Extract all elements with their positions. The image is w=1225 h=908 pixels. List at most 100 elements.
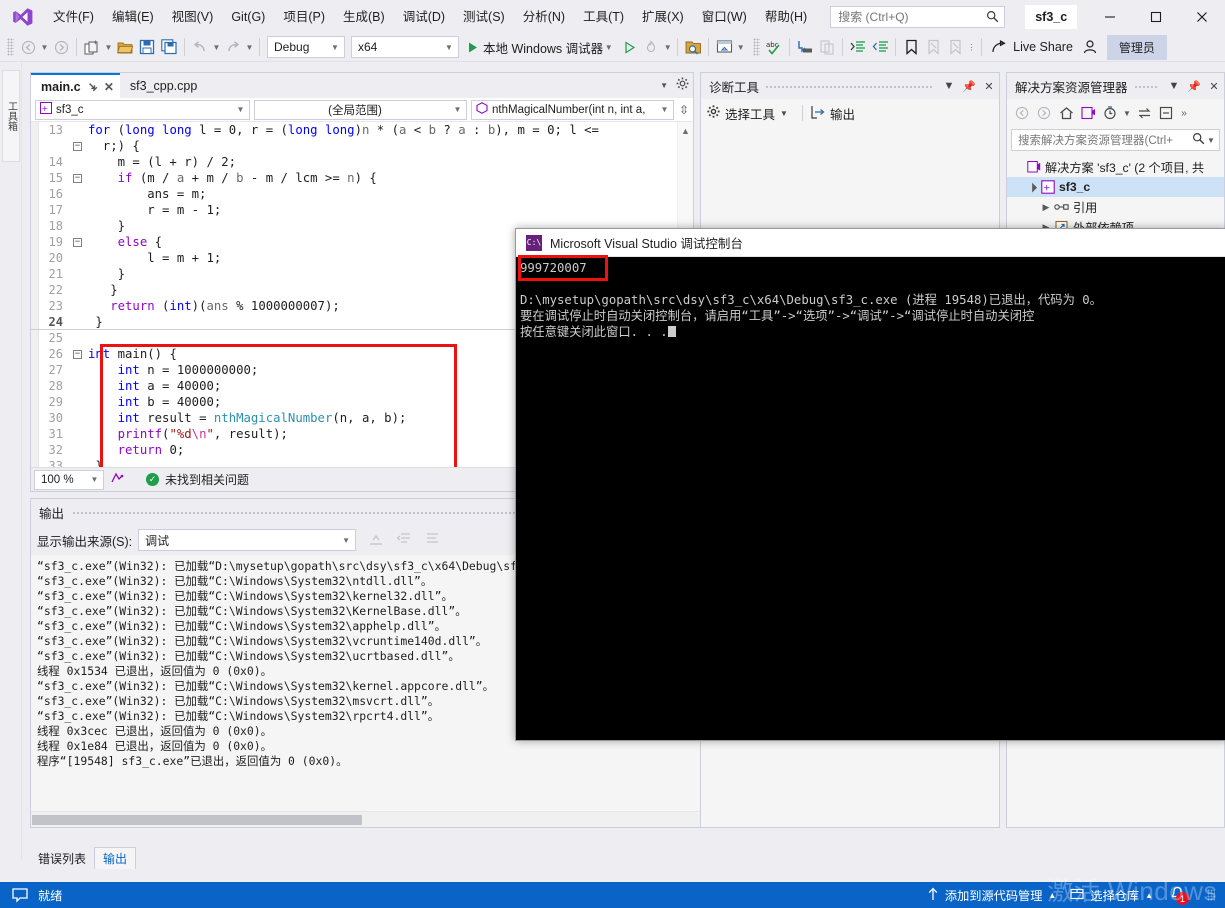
menu-item-git[interactable]: Git(G) xyxy=(222,4,274,30)
fold-collapse-icon[interactable]: − xyxy=(71,170,84,186)
account-icon[interactable] xyxy=(1079,36,1101,58)
fold-collapse-icon[interactable]: − xyxy=(71,346,84,362)
diagnostic-pane-drag-handle[interactable] xyxy=(765,77,933,95)
pane-dropdown-icon[interactable]: ▼ xyxy=(1164,75,1184,97)
console-title-bar[interactable]: C:\ Microsoft Visual Studio 调试控制台 xyxy=(516,229,1225,257)
new-project-icon[interactable] xyxy=(81,36,103,58)
close-pane-icon[interactable]: ✕ xyxy=(1204,75,1224,97)
search-in-files-icon[interactable] xyxy=(682,36,704,58)
live-share-button[interactable]: Live Share xyxy=(986,36,1079,58)
redo-dropdown-icon[interactable]: ▼ xyxy=(244,36,255,58)
open-file-icon[interactable] xyxy=(114,36,136,58)
scrollbar-up-arrow-icon[interactable]: ▲ xyxy=(681,126,690,136)
spell-check-icon[interactable]: abc xyxy=(763,36,785,58)
split-editor-icon[interactable]: ⇳ xyxy=(679,103,689,117)
pane-dropdown-icon[interactable]: ▼ xyxy=(939,75,959,97)
menu-item-analyze[interactable]: 分析(N) xyxy=(514,4,574,30)
menu-item-extensions[interactable]: 扩展(X) xyxy=(633,4,693,30)
nav-project-combo[interactable]: + sf3_c ▼ xyxy=(35,99,250,120)
tree-item-1[interactable]: ◢ + sf3_c xyxy=(1007,177,1224,197)
go-to-message-icon[interactable] xyxy=(424,531,440,550)
start-without-debugging-icon[interactable] xyxy=(618,36,640,58)
menu-item-edit[interactable]: 编辑(E) xyxy=(103,4,163,30)
menu-item-view[interactable]: 视图(V) xyxy=(163,4,223,30)
undo-dropdown-icon[interactable]: ▼ xyxy=(211,36,222,58)
tab-list-dropdown-icon[interactable]: ▼ xyxy=(660,81,668,90)
toggle-bookmark-icon[interactable] xyxy=(900,36,922,58)
solution-pane-drag-handle[interactable] xyxy=(1133,77,1158,95)
pending-changes-icon[interactable] xyxy=(1099,102,1121,124)
fold-collapse-icon[interactable]: − xyxy=(71,234,84,250)
new-project-dropdown-icon[interactable]: ▼ xyxy=(103,36,114,58)
maximize-button[interactable] xyxy=(1133,0,1179,33)
fold-collapse-icon[interactable]: − xyxy=(71,138,84,154)
tree-item-2[interactable]: ▶ 引用 xyxy=(1007,197,1224,217)
previous-bookmark-icon[interactable] xyxy=(922,36,944,58)
navigate-forward-icon[interactable] xyxy=(50,36,72,58)
chevron-down-icon[interactable]: ▼ xyxy=(603,36,614,58)
editor-tab-sf3-cpp[interactable]: sf3_cpp.cpp xyxy=(119,73,204,98)
navigate-back-icon[interactable] xyxy=(1011,102,1033,124)
menu-item-window[interactable]: 窗口(W) xyxy=(693,4,756,30)
search-options-chevron-icon[interactable]: ▼ xyxy=(1205,136,1217,145)
toggle-word-wrap-icon[interactable] xyxy=(396,531,412,550)
window-layout-dropdown-icon[interactable]: ▼ xyxy=(735,36,746,58)
collapse-all-icon[interactable] xyxy=(1155,102,1177,124)
hot-reload-dropdown-icon[interactable]: ▼ xyxy=(662,36,673,58)
redo-icon[interactable] xyxy=(222,36,244,58)
start-debugging-button[interactable]: 本地 Windows 调试器 ▼ xyxy=(462,36,618,58)
clear-all-icon[interactable] xyxy=(368,531,384,550)
select-repository-button[interactable]: 选择仓库 ▲ xyxy=(1070,886,1153,904)
menu-item-project[interactable]: 项目(P) xyxy=(274,4,334,30)
uncomment-selection-icon[interactable] xyxy=(816,36,838,58)
navigate-backward-icon[interactable] xyxy=(17,36,39,58)
solution-platform-combo[interactable]: x64 ▼ xyxy=(351,36,459,58)
toolbar-overflow-icon[interactable]: » xyxy=(1177,102,1191,124)
home-icon[interactable] xyxy=(1055,102,1077,124)
save-icon[interactable] xyxy=(136,36,158,58)
menu-item-debug[interactable]: 调试(D) xyxy=(394,4,454,30)
toolbar-grip-2[interactable] xyxy=(753,38,761,56)
menu-item-build[interactable]: 生成(B) xyxy=(334,4,394,30)
minimize-button[interactable] xyxy=(1087,0,1133,33)
select-tools-button[interactable]: 选择工具 ▼ xyxy=(707,104,788,123)
debug-console-window[interactable]: C:\ Microsoft Visual Studio 调试控制台 999720… xyxy=(515,228,1225,741)
tab-error-list[interactable]: 错误列表 xyxy=(30,847,95,869)
toolbar-grip[interactable] xyxy=(7,38,14,56)
comment-selection-icon[interactable] xyxy=(794,36,816,58)
editor-settings-gear-icon[interactable] xyxy=(676,77,689,93)
undo-icon[interactable] xyxy=(189,36,211,58)
pin-pane-icon[interactable]: 📌 xyxy=(1184,75,1204,97)
console-output-body[interactable]: 999720007 D:\mysetup\gopath\src\dsy\sf3_… xyxy=(516,257,1225,740)
notifications-button[interactable]: 1 xyxy=(1167,886,1189,905)
solution-view-icon[interactable] xyxy=(1077,102,1099,124)
close-button[interactable] xyxy=(1179,0,1225,33)
toolbox-vertical-tab[interactable]: 工具箱 xyxy=(2,70,20,162)
chevron-down-icon[interactable]: ▼ xyxy=(1121,102,1133,124)
pin-tab-icon[interactable]: ⇥ xyxy=(84,79,100,94)
search-input[interactable]: 搜索 (Ctrl+Q) xyxy=(830,5,1006,28)
navigate-forward-icon[interactable] xyxy=(1033,102,1055,124)
bookmark-overflow-icon[interactable]: ⋮ xyxy=(966,36,977,58)
close-tab-icon[interactable]: ✕ xyxy=(104,80,114,94)
next-bookmark-icon[interactable] xyxy=(944,36,966,58)
nav-member-combo[interactable]: nthMagicalNumber(int n, int a, ▼ xyxy=(471,99,674,120)
editor-tab-main-c[interactable]: main.c ⇥ ✕ xyxy=(31,73,120,98)
window-layout-icon[interactable] xyxy=(713,36,735,58)
solution-explorer-search-input[interactable]: 搜索解决方案资源管理器(Ctrl+ ▼ xyxy=(1011,129,1220,151)
close-pane-icon[interactable]: ✕ xyxy=(979,75,999,97)
menu-item-help[interactable]: 帮助(H) xyxy=(756,4,816,30)
resize-grip[interactable] xyxy=(1207,889,1215,901)
decrease-indent-icon[interactable] xyxy=(869,36,891,58)
nav-scope-combo[interactable]: (全局范围) ▼ xyxy=(254,99,467,120)
tree-item-0[interactable]: 解决方案 'sf3_c' (2 个项目, 共 xyxy=(1007,157,1224,177)
editor-zoom-combo[interactable]: 100 % ▼ xyxy=(34,469,104,490)
diagnostic-output-button[interactable]: 输出 xyxy=(811,104,855,123)
tree-expander-icon[interactable]: ▶ xyxy=(1039,202,1053,213)
navigate-backward-dropdown-icon[interactable]: ▼ xyxy=(39,36,50,58)
sync-with-active-document-icon[interactable] xyxy=(1133,102,1155,124)
pin-pane-icon[interactable]: 📌 xyxy=(959,75,979,97)
solution-configuration-combo[interactable]: Debug ▼ xyxy=(267,36,345,58)
menu-item-file[interactable]: 文件(F) xyxy=(44,4,103,30)
increase-indent-icon[interactable] xyxy=(847,36,869,58)
